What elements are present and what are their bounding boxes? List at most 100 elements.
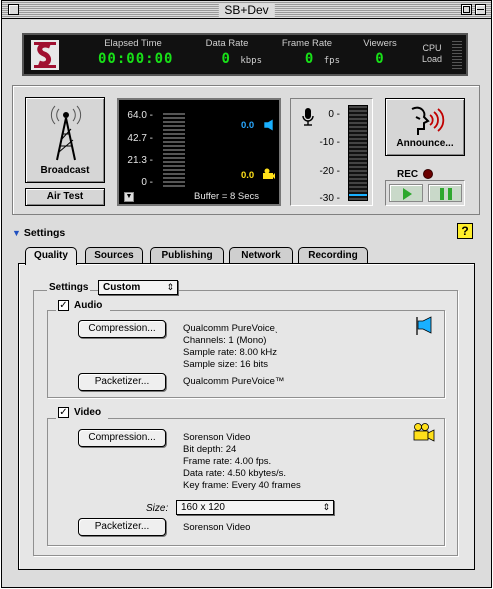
preset-value: Custom (103, 282, 141, 293)
audio-label: Audio (74, 300, 103, 311)
video-packetizer-info: Sorenson Video (183, 522, 251, 533)
load-label: Load (422, 54, 443, 64)
info-line: Sample size: 16 bits (183, 359, 269, 370)
audio-level-bar (348, 105, 368, 201)
announce-button[interactable]: Announce... (385, 98, 465, 156)
viewers: Viewers 0 (358, 38, 402, 67)
window-title: SB+Dev (218, 3, 275, 17)
audio-tick-label: -20 - (319, 166, 340, 177)
audio-checkbox[interactable]: ✓ (58, 300, 69, 311)
video-tick-label: 0 - (141, 177, 153, 188)
disclosure-triangle-icon[interactable]: ▼ (12, 228, 21, 238)
cpu-load-meter (452, 41, 462, 71)
size-value: 160 x 120 (181, 502, 225, 513)
audio-packetizer-info: Qualcomm PureVoice™ (183, 376, 285, 387)
play-button[interactable] (389, 184, 423, 202)
audio-compression-button[interactable]: Compression... (78, 320, 166, 338)
sorenson-logo-icon (31, 40, 59, 70)
settings-disclosure[interactable]: ▼ Settings (12, 227, 65, 239)
info-line: Sample rate: 8.00 kHz (183, 347, 277, 358)
video-rate-value: 0.0 (241, 170, 255, 181)
info-line: Bit depth: 24 (183, 444, 237, 455)
audio-level-indicator (349, 194, 367, 196)
elapsed-time: Elapsed Time 00:00:00 (98, 38, 174, 67)
popup-arrows-icon: ⇕ (166, 282, 174, 292)
video-level-display: 64.0 - 42.7 - 21.3 - 0 - 0.0 0.0 ▼ Buffe… (117, 98, 281, 206)
info-line: Frame rate: 4.00 fps. (183, 456, 272, 467)
display-menu-button[interactable]: ▼ (124, 192, 134, 202)
elapsed-label: Elapsed Time (104, 38, 162, 49)
pause-icon (440, 188, 452, 200)
air-test-button[interactable]: Air Test (25, 188, 105, 206)
video-label: Video (74, 407, 102, 418)
tab-network[interactable]: Network (229, 247, 293, 264)
tab-quality[interactable]: Quality (25, 247, 77, 265)
audio-packetizer-button[interactable]: Packetizer... (78, 373, 166, 391)
collapse-box-icon[interactable] (475, 4, 486, 15)
video-tick-label: 64.0 - (127, 110, 153, 121)
frame-rate: Frame Rate 0 fps (274, 38, 340, 67)
info-line: Channels: 1 (Mono) (183, 335, 267, 346)
cpu-load-label: CPU Load (422, 43, 442, 65)
video-tick-label: 21.3 - (127, 155, 153, 166)
info-line: Data rate: 4.50 kbytes/s. (183, 468, 286, 479)
audio-tick-label: 0 - (328, 109, 340, 120)
video-group-header: ✓ Video (56, 407, 108, 420)
video-tick-label: 42.7 - (127, 133, 153, 144)
broadcast-button[interactable]: Broadcast (25, 97, 105, 183)
audio-tick-label: -30 - (319, 193, 340, 204)
audio-compression-info: Qualcomm PureVoiceˎ Channels: 1 (Mono) Sam… (183, 323, 278, 371)
buffer-text: Buffer = 8 Secs (194, 191, 260, 202)
tab-sources[interactable]: Sources (85, 247, 143, 264)
rec-indicator-icon (423, 169, 433, 179)
antenna-tower-icon (50, 105, 82, 161)
viewers-value: 0 (375, 51, 385, 67)
zoom-box-icon[interactable] (461, 4, 472, 15)
video-camera-icon (413, 423, 435, 442)
info-line: Sorenson Video (183, 432, 251, 443)
broadcast-label: Broadcast (40, 165, 90, 176)
speaker-flag-icon (416, 316, 432, 335)
camera-icon (263, 168, 275, 179)
frame-rate-value: 0 (304, 51, 315, 67)
speaker-flag-icon (263, 118, 274, 132)
size-select[interactable]: 160 x 120 ⇕ (176, 500, 334, 515)
frame-rate-unit: fps (323, 56, 340, 66)
status-display: Elapsed Time 00:00:00 Data Rate 0 kbps F… (22, 33, 468, 76)
elapsed-value: 00:00:00 (98, 51, 174, 67)
data-rate: Data Rate 0 kbps (192, 38, 262, 67)
speaking-head-icon (411, 106, 445, 135)
preset-label: Settings (47, 282, 91, 293)
microphone-icon (302, 108, 314, 126)
play-icon (403, 188, 412, 200)
data-rate-label: Data Rate (205, 38, 249, 49)
viewers-label: Viewers (363, 38, 397, 49)
frame-rate-label: Frame Rate (281, 38, 333, 49)
pause-button[interactable] (428, 184, 462, 202)
close-box-icon[interactable] (8, 4, 19, 15)
video-compression-button[interactable]: Compression... (78, 429, 166, 447)
video-checkbox[interactable]: ✓ (58, 407, 69, 418)
rec-label: REC (397, 169, 419, 180)
settings-header: Settings (23, 227, 66, 239)
audio-tick-label: -10 - (319, 137, 340, 148)
audio-group-header: ✓ Audio (56, 300, 110, 313)
popup-arrows-icon: ⇕ (322, 502, 330, 512)
preset-select[interactable]: Custom ⇕ (98, 280, 178, 295)
info-line: Key frame: Every 40 frames (183, 480, 301, 491)
info-line: Qualcomm PureVoiceˎ (183, 323, 279, 334)
data-rate-value: 0 (221, 51, 231, 67)
data-rate-meter (163, 113, 185, 189)
video-compression-info: Sorenson Video Bit depth: 24 Frame rate: 4… (183, 432, 301, 492)
tab-publishing[interactable]: Publishing (150, 247, 224, 264)
audio-rate-value: 0.0 (241, 120, 255, 131)
size-label: Size: (146, 503, 169, 514)
help-button[interactable]: ? (457, 223, 473, 239)
title-bar[interactable]: SB+Dev (2, 1, 491, 19)
audio-level-meter: 0 - -10 - -20 - -30 - (290, 98, 373, 206)
video-packetizer-button[interactable]: Packetizer... (78, 518, 166, 536)
data-rate-unit: kbps (240, 56, 262, 66)
tab-recording[interactable]: Recording (298, 247, 368, 264)
announce-label: Announce... (396, 138, 454, 149)
cpu-label: CPU (422, 43, 442, 53)
